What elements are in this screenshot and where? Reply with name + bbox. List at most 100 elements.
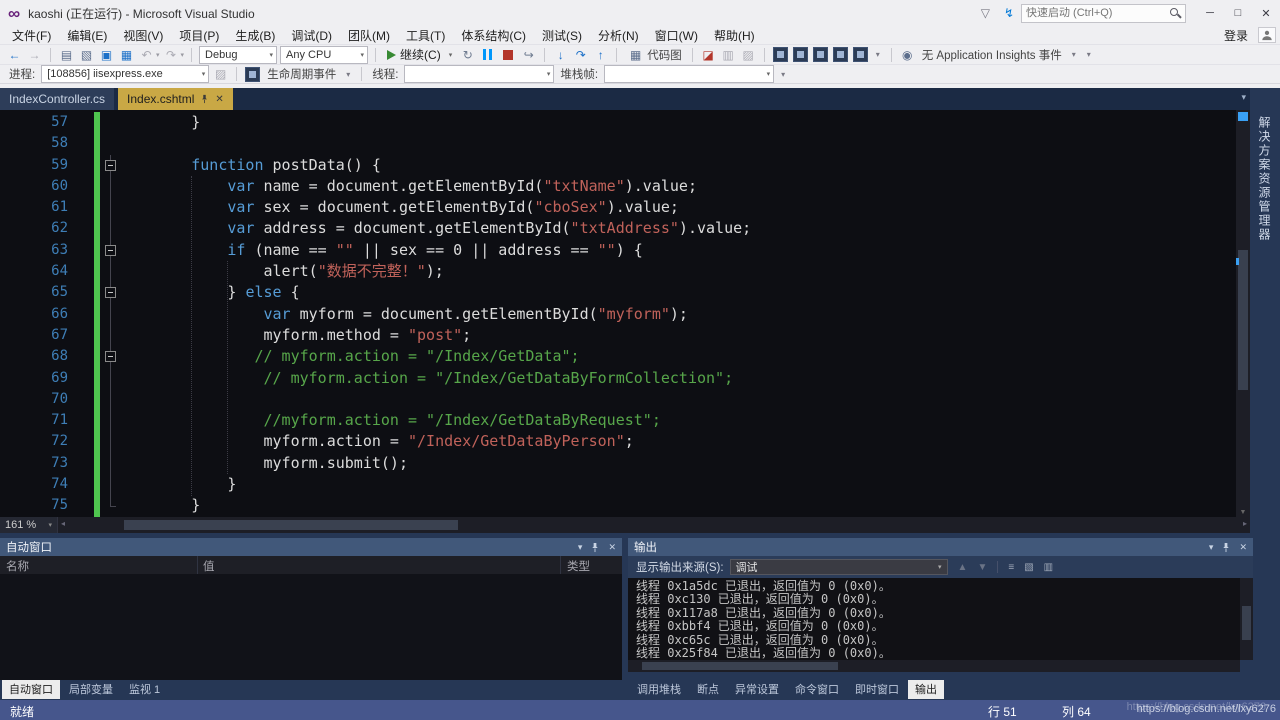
save-all-icon[interactable]: ▦ xyxy=(118,47,135,63)
comment-selection-icon[interactable] xyxy=(833,47,848,62)
menu-item-3[interactable]: 视图(V) xyxy=(115,26,171,45)
line-number[interactable]: 58 xyxy=(0,133,74,154)
menu-item-5[interactable]: 生成(B) xyxy=(227,26,283,45)
line-number[interactable]: 70 xyxy=(0,389,74,410)
menu-item-11[interactable]: 分析(N) xyxy=(590,26,647,45)
code-line[interactable]: 72 myform.action = "/Index/GetDataByPers… xyxy=(0,431,1250,452)
code-line[interactable]: 74 } xyxy=(0,474,1250,495)
scrollbar-thumb[interactable] xyxy=(1238,250,1248,390)
step-out-icon[interactable]: ↑ xyxy=(592,47,609,63)
collapse-box-icon[interactable] xyxy=(105,245,116,256)
editor-vertical-scrollbar[interactable]: ▲ ▼ xyxy=(1236,110,1250,517)
toolbar-overflow-icon[interactable]: ▾ xyxy=(1083,50,1095,59)
window-position-chevron-icon[interactable]: ▾ xyxy=(1209,542,1214,553)
document-list-chevron-icon[interactable]: ▾ xyxy=(1241,92,1246,103)
outline-margin[interactable] xyxy=(103,155,119,176)
quick-launch-search[interactable] xyxy=(1021,4,1186,23)
code-line[interactable]: 64 alert("数据不完整！"); xyxy=(0,261,1250,282)
application-insights-icon[interactable]: ◉ xyxy=(899,47,916,63)
open-file-icon[interactable]: ▧ xyxy=(78,47,95,63)
close-icon[interactable]: ✕ xyxy=(608,542,616,553)
stack-frame-combo[interactable]: ▾ xyxy=(604,65,774,83)
autos-grid[interactable] xyxy=(0,574,622,680)
toolbar-overflow-icon[interactable]: ▾ xyxy=(342,70,354,79)
bookmark-next-icon[interactable] xyxy=(813,47,828,62)
close-icon[interactable]: ✕ xyxy=(215,94,223,105)
menu-item-6[interactable]: 调试(D) xyxy=(283,26,340,45)
menu-item-12[interactable]: 窗口(W) xyxy=(647,26,706,45)
line-number[interactable]: 71 xyxy=(0,410,74,431)
output-tab-5[interactable]: 即时窗口 xyxy=(848,680,906,699)
line-number[interactable]: 65 xyxy=(0,282,74,303)
collapse-box-icon[interactable] xyxy=(105,287,116,298)
menu-item-9[interactable]: 体系结构(C) xyxy=(453,26,534,45)
menu-item-8[interactable]: 工具(T) xyxy=(398,26,453,45)
line-number[interactable]: 67 xyxy=(0,325,74,346)
notifications-flag-icon[interactable]: ▽ xyxy=(981,6,990,20)
maximize-button[interactable]: □ xyxy=(1224,0,1252,26)
previous-message-icon[interactable]: ▲ xyxy=(958,562,968,573)
undo-icon-chevron[interactable]: ▾ xyxy=(156,51,160,59)
code-editor[interactable]: 57 }5859 function postData() {60 var nam… xyxy=(0,110,1250,517)
menu-item-4[interactable]: 项目(P) xyxy=(171,26,227,45)
navigate-back-icon[interactable]: ← xyxy=(6,47,23,63)
undo-icon[interactable]: ↶ xyxy=(138,47,155,63)
stop-debug-icon[interactable] xyxy=(503,50,513,60)
menu-item-7[interactable]: 团队(M) xyxy=(340,26,398,45)
new-file-icon[interactable]: ▤ xyxy=(58,47,75,63)
line-number[interactable]: 73 xyxy=(0,453,74,474)
code-line[interactable]: 60 var name = document.getElementById("t… xyxy=(0,176,1250,197)
zoom-control[interactable]: 161 % ▾ xyxy=(0,517,58,533)
code-line[interactable]: 73 myform.submit(); xyxy=(0,453,1250,474)
document-tab[interactable]: Index.cshtml✕ xyxy=(118,88,233,110)
outline-margin[interactable] xyxy=(103,240,119,261)
feedback-lightning-icon[interactable]: ↯ xyxy=(1004,6,1014,20)
autos-column-3[interactable]: 类型 xyxy=(567,558,590,574)
collapse-box-icon[interactable] xyxy=(105,351,116,362)
next-message-icon[interactable]: ▼ xyxy=(977,562,987,573)
minimize-button[interactable]: ─ xyxy=(1196,0,1224,26)
bookmark-toggle-icon[interactable] xyxy=(773,47,788,62)
word-wrap-icon[interactable]: ≡ xyxy=(1008,562,1014,573)
scrollbar-thumb[interactable] xyxy=(642,662,838,670)
line-number[interactable]: 68 xyxy=(0,346,74,367)
line-number[interactable]: 61 xyxy=(0,197,74,218)
code-line[interactable]: 75 } xyxy=(0,495,1250,516)
line-number[interactable]: 64 xyxy=(0,261,74,282)
menu-item-10[interactable]: 测试(S) xyxy=(534,26,590,45)
autos-tab-2[interactable]: 局部变量 xyxy=(62,680,120,699)
toolbar-overflow-icon[interactable]: ▾ xyxy=(872,50,884,59)
output-tab-3[interactable]: 异常设置 xyxy=(728,680,786,699)
code-map-button[interactable]: ▦代码图 xyxy=(624,47,685,63)
find-in-files-icon[interactable]: ▥ xyxy=(720,47,737,63)
platform-combo[interactable]: Any CPU▾ xyxy=(280,46,368,64)
code-line[interactable]: 67 myform.method = "post"; xyxy=(0,325,1250,346)
auto-hide-pin-icon[interactable] xyxy=(1221,542,1231,553)
autos-tab-3[interactable]: 监视 1 xyxy=(122,680,167,699)
window-position-chevron-icon[interactable]: ▾ xyxy=(578,542,583,553)
line-number[interactable]: 69 xyxy=(0,368,74,389)
code-line[interactable]: 66 var myform = document.getElementById(… xyxy=(0,304,1250,325)
code-line[interactable]: 70 xyxy=(0,389,1250,410)
toolbar-overflow-icon[interactable]: ▾ xyxy=(1068,50,1080,59)
quick-launch-input[interactable] xyxy=(1026,7,1170,19)
code-line[interactable]: 71 //myform.action = "/Index/GetDataByRe… xyxy=(0,410,1250,431)
break-all-icon[interactable] xyxy=(483,49,492,60)
autos-column-1[interactable]: 名称 xyxy=(6,558,29,574)
redo-icon-chevron[interactable]: ▾ xyxy=(181,51,185,59)
line-number[interactable]: 66 xyxy=(0,304,74,325)
line-number[interactable]: 57 xyxy=(0,112,74,133)
code-line[interactable]: 62 var address = document.getElementById… xyxy=(0,218,1250,239)
show-next-statement-icon[interactable]: ↪ xyxy=(520,47,537,63)
redo-icon[interactable]: ↷ xyxy=(163,47,180,63)
line-number[interactable]: 60 xyxy=(0,176,74,197)
process-combo[interactable]: [108856] iisexpress.exe▾ xyxy=(41,65,209,83)
scroll-right-icon[interactable]: ▸ xyxy=(1243,519,1247,528)
code-line[interactable]: 59 function postData() { xyxy=(0,155,1250,176)
code-line[interactable]: 68 // myform.action = "/Index/GetData"; xyxy=(0,346,1250,367)
clear-all-icon[interactable]: ▧ xyxy=(1024,562,1033,573)
navigate-to-icon[interactable]: ▨ xyxy=(740,47,757,63)
scroll-left-icon[interactable]: ◂ xyxy=(61,519,65,528)
process-snapshot-icon[interactable]: ▨ xyxy=(212,66,229,82)
output-horizontal-scrollbar[interactable] xyxy=(628,660,1240,672)
